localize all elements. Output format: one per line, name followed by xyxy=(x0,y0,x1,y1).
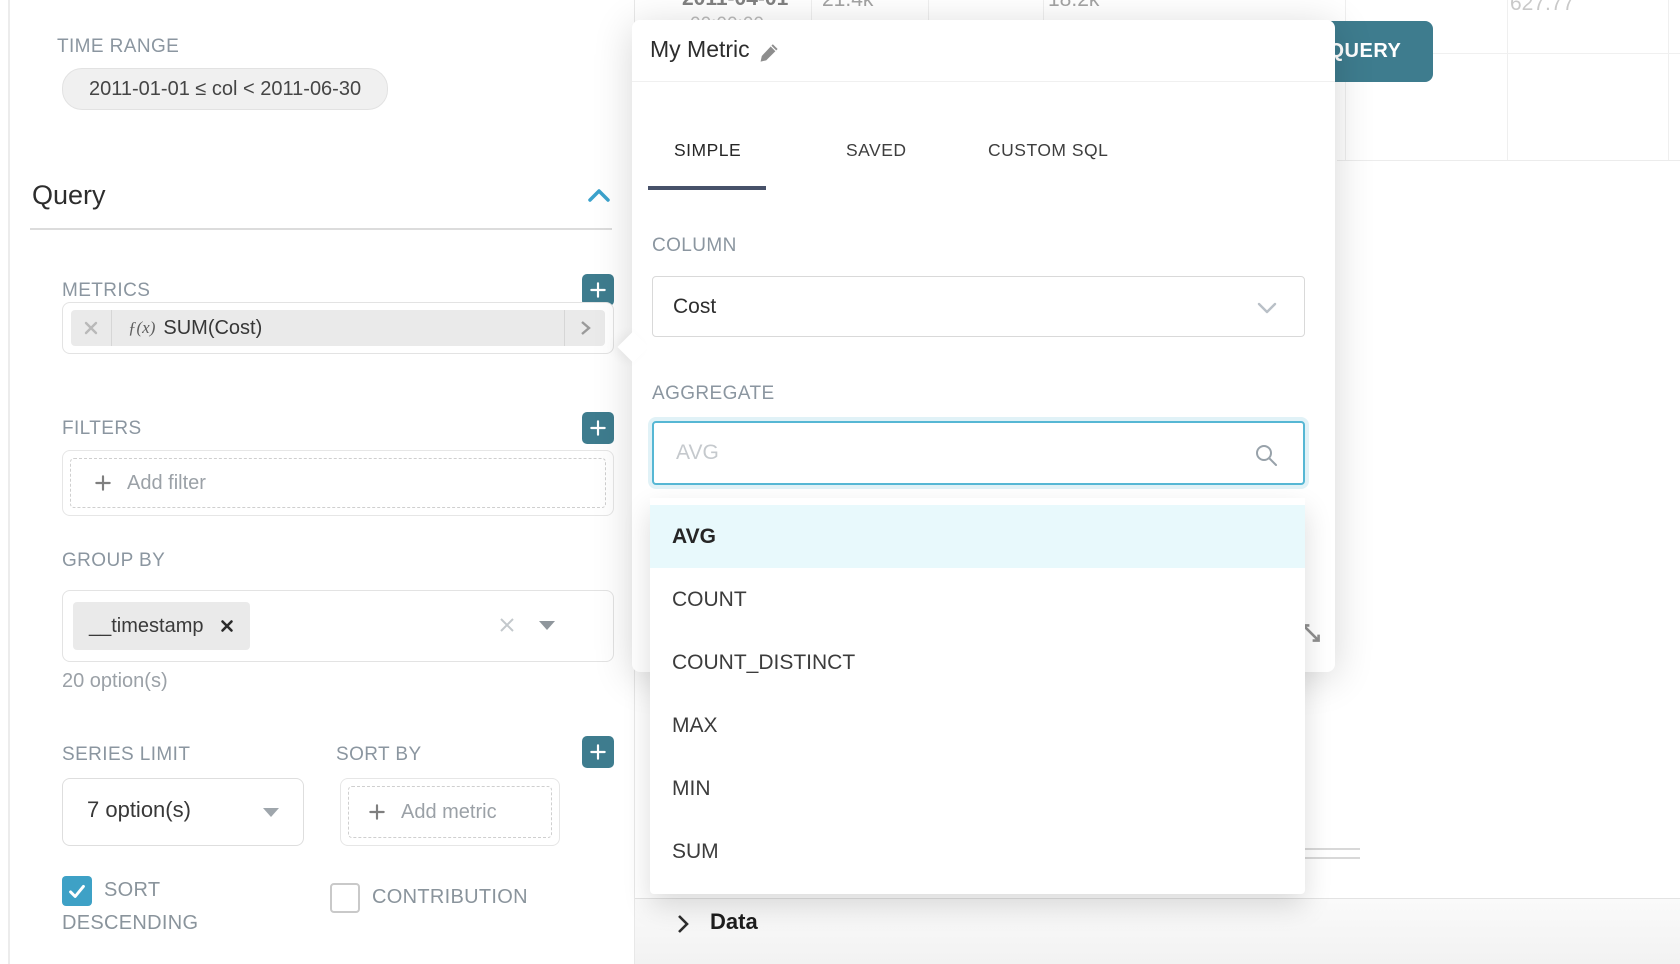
option-count[interactable]: COUNT xyxy=(650,568,1305,631)
group-by-label: GROUP BY xyxy=(62,550,165,572)
filters-control: Add filter xyxy=(62,450,614,516)
option-min[interactable]: MIN xyxy=(650,757,1305,820)
query-section-title: Query xyxy=(32,180,106,211)
plus-icon xyxy=(367,802,387,822)
aggregate-option-list: AVG COUNT COUNT_DISTINCT MAX MIN SUM xyxy=(650,498,1305,894)
series-limit-select[interactable]: 7 option(s) xyxy=(62,778,304,846)
active-tab-indicator xyxy=(648,186,766,190)
series-limit-label: SERIES LIMIT xyxy=(62,744,190,766)
data-panel-title: Data xyxy=(710,909,758,935)
tab-saved[interactable]: SAVED xyxy=(846,140,907,161)
add-filter-label: Add filter xyxy=(127,472,206,495)
plus-icon xyxy=(588,742,608,762)
filters-label: FILTERS xyxy=(62,418,142,440)
grid-line xyxy=(1337,160,1680,161)
table-cell-date: 2011-04-01 xyxy=(682,0,788,11)
tab-simple[interactable]: SIMPLE xyxy=(674,140,741,161)
metrics-label: METRICS xyxy=(62,280,150,302)
left-edge-line xyxy=(8,0,10,964)
pencil-icon[interactable] xyxy=(758,42,780,64)
add-filter-plus-button[interactable] xyxy=(582,412,614,444)
column-label: COLUMN xyxy=(652,235,737,257)
column-select-value: Cost xyxy=(673,295,716,319)
sort-descending-label-line2: DESCENDING xyxy=(62,912,198,935)
group-by-tag[interactable]: __timestamp xyxy=(73,602,250,650)
plus-icon xyxy=(93,473,113,493)
explore-view: 2011-04-01 00:00:00 21.4k 18.2k 627.77 R… xyxy=(0,0,1680,964)
clear-icon[interactable] xyxy=(498,616,516,634)
column-select[interactable]: Cost xyxy=(652,276,1305,337)
group-by-options-hint: 20 option(s) xyxy=(62,670,168,693)
metric-control: ƒ(x) SUM(Cost) xyxy=(62,302,614,354)
sort-descending-label-line1: SORT xyxy=(104,879,160,902)
table-cell-value: 21.4k xyxy=(822,0,873,12)
popover-arrow xyxy=(617,331,648,362)
plus-icon xyxy=(588,418,608,438)
search-icon xyxy=(1253,442,1279,468)
sort-by-control: Add metric xyxy=(340,778,560,846)
table-cell-value: 18.2k xyxy=(1048,0,1099,12)
option-max[interactable]: MAX xyxy=(650,694,1305,757)
sort-by-label: SORT BY xyxy=(336,744,422,766)
tab-custom-sql[interactable]: CUSTOM SQL xyxy=(988,140,1108,161)
add-sort-metric-label: Add metric xyxy=(401,801,497,824)
resize-handle[interactable] xyxy=(1302,857,1360,859)
grid-line xyxy=(811,0,812,20)
add-filter-button[interactable]: Add filter xyxy=(70,458,606,508)
aggregate-input[interactable] xyxy=(674,440,1303,466)
sort-descending-checkbox[interactable] xyxy=(62,876,92,906)
contribution-checkbox[interactable] xyxy=(330,883,360,913)
remove-metric-button[interactable] xyxy=(71,310,112,346)
option-sum[interactable]: SUM xyxy=(650,820,1305,883)
grid-line xyxy=(928,0,929,20)
checkbox-check-icon xyxy=(66,880,88,902)
x-icon xyxy=(83,320,99,336)
data-panel-header[interactable]: Data xyxy=(635,898,1680,964)
metric-pill[interactable]: ƒ(x) SUM(Cost) xyxy=(71,310,605,346)
popover-header-divider xyxy=(632,81,1335,82)
chevron-right-icon xyxy=(577,318,593,338)
metric-name: SUM(Cost) xyxy=(163,317,262,340)
section-divider xyxy=(30,228,612,230)
option-count-distinct[interactable]: COUNT_DISTINCT xyxy=(650,631,1305,694)
option-avg[interactable]: AVG xyxy=(650,505,1305,568)
plus-icon xyxy=(588,280,608,300)
grid-line xyxy=(1507,0,1508,160)
fx-prefix: ƒ(x) xyxy=(128,318,155,338)
chevron-right-icon xyxy=(675,913,691,935)
time-range-value[interactable]: 2011-01-01 ≤ col < 2011-06-30 xyxy=(62,68,388,110)
x-icon[interactable] xyxy=(220,619,234,633)
series-limit-value: 7 option(s) xyxy=(87,797,191,823)
group-by-tag-label: __timestamp xyxy=(89,615,204,638)
edit-metric-button[interactable] xyxy=(564,310,605,346)
chevron-down-icon xyxy=(1256,301,1278,315)
grid-line xyxy=(1668,0,1669,160)
metric-popover-title: My Metric xyxy=(650,36,750,63)
aggregate-combobox[interactable] xyxy=(652,421,1305,485)
metric-label: ƒ(x) SUM(Cost) xyxy=(112,310,564,346)
group-by-select[interactable]: __timestamp xyxy=(62,590,614,662)
caret-down-icon[interactable] xyxy=(539,621,555,630)
add-sort-metric-plus-button[interactable] xyxy=(582,736,614,768)
aggregate-label: AGGREGATE xyxy=(652,383,775,405)
caret-down-icon xyxy=(263,808,279,817)
chevron-up-icon[interactable] xyxy=(586,186,612,204)
grid-line xyxy=(1043,0,1044,20)
add-sort-metric-button[interactable]: Add metric xyxy=(348,786,552,838)
contribution-label: CONTRIBUTION xyxy=(372,886,528,909)
resize-handle[interactable] xyxy=(1302,848,1360,850)
time-range-label: TIME RANGE xyxy=(57,36,179,58)
table-cell-value-right: 627.77 xyxy=(1510,0,1574,16)
